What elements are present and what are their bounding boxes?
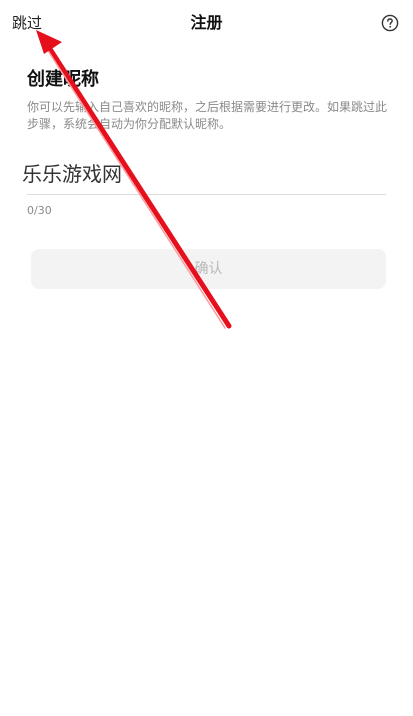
confirm-button[interactable]: 确认 (31, 249, 386, 289)
skip-button[interactable]: 跳过 (12, 13, 42, 33)
nickname-field (27, 160, 386, 195)
section-description: 你可以先输入自己喜欢的昵称，之后根据需要进行更改。如果跳过此步骤，系统会自动为你… (27, 100, 388, 131)
question-circle-icon[interactable] (381, 14, 399, 32)
character-counter: 0/30 (27, 204, 52, 217)
nickname-input[interactable] (27, 160, 386, 190)
page-title: 注册 (190, 13, 223, 32)
top-bar: 跳过 注册 (0, 0, 413, 48)
section-heading: 创建昵称 (27, 69, 99, 90)
register-screen: 跳过 注册 创建昵称 你可以先输入自己喜欢的昵称，之后根据需要进行更改。如果跳过… (0, 0, 413, 716)
